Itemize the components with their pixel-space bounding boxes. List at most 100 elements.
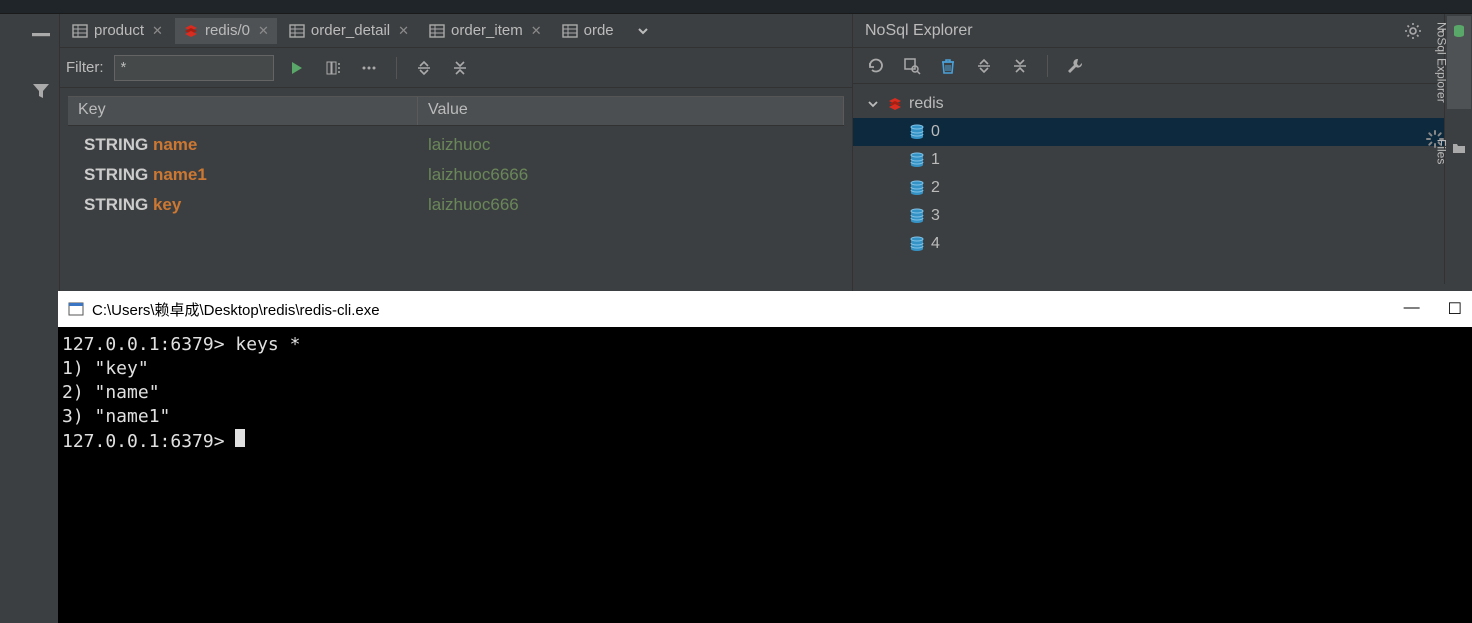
tab-label: product	[94, 22, 144, 39]
minimize-button[interactable]: —	[1404, 299, 1420, 319]
tree-db-label: 4	[931, 235, 940, 253]
tab-order-detail[interactable]: order_detail ✕	[281, 18, 417, 44]
separator	[1047, 55, 1048, 77]
grid-header: Key Value	[68, 96, 844, 126]
refresh-icon[interactable]	[863, 53, 889, 79]
folder-icon	[1449, 139, 1469, 157]
right-tool-strip: NoSql Explorer Files	[1444, 14, 1472, 284]
terminal-titlebar[interactable]: C:\Users\赖卓成\Desktop\redis\redis-cli.exe…	[58, 291, 1472, 327]
database-icon	[909, 208, 925, 224]
terminal-line: 3) "name1"	[62, 406, 170, 427]
table-icon	[562, 23, 578, 39]
tree-db-label: 1	[931, 151, 940, 169]
key-type: STRING	[84, 195, 148, 214]
terminal-line: 127.0.0.1:6379>	[62, 431, 235, 452]
expand-all-icon[interactable]	[971, 53, 997, 79]
key-name: name	[153, 135, 197, 154]
editor-tabs: product ✕ redis/0 ✕ order_detail ✕	[60, 14, 852, 48]
tab-order-item[interactable]: order_item ✕	[421, 18, 550, 44]
tree-db-0[interactable]: 0	[853, 118, 1472, 146]
run-button[interactable]	[284, 55, 310, 81]
tree-db-1[interactable]: 1	[853, 146, 1472, 174]
table-row[interactable]: STRING key laizhuoc666	[68, 190, 844, 220]
table-icon	[429, 23, 445, 39]
columns-icon[interactable]	[320, 55, 346, 81]
tree-root-label: redis	[909, 95, 944, 113]
tree-db-4[interactable]: 4	[853, 230, 1472, 258]
separator	[396, 57, 397, 79]
chevron-down-icon	[867, 98, 881, 110]
terminal-title: C:\Users\赖卓成\Desktop\redis\redis-cli.exe	[92, 299, 380, 320]
tree-db-label: 2	[931, 179, 940, 197]
filter-label: Filter:	[66, 59, 104, 76]
key-type: STRING	[84, 165, 148, 184]
terminal-line: 1) "key"	[62, 358, 149, 379]
header-key[interactable]: Key	[68, 97, 418, 125]
left-gutter	[0, 14, 60, 291]
tab-redis-0[interactable]: redis/0 ✕	[175, 18, 277, 44]
key-type: STRING	[84, 135, 148, 154]
terminal-window: C:\Users\赖卓成\Desktop\redis\redis-cli.exe…	[58, 291, 1472, 623]
explorer-title: NoSql Explorer	[865, 22, 973, 40]
header-value[interactable]: Value	[418, 97, 844, 125]
terminal-cursor	[235, 429, 245, 447]
tab-label: order_detail	[311, 22, 390, 39]
tree-db-label: 3	[931, 207, 940, 225]
table-icon	[72, 23, 88, 39]
database-icon	[909, 152, 925, 168]
delete-icon[interactable]	[935, 53, 961, 79]
key-value: laizhuoc6666	[418, 165, 844, 185]
close-icon[interactable]: ✕	[396, 23, 409, 39]
connection-tree: redis 0 1 2	[853, 84, 1472, 291]
database-icon	[909, 236, 925, 252]
tree-db-3[interactable]: 3	[853, 202, 1472, 230]
wrench-icon[interactable]	[1062, 53, 1088, 79]
filter-funnel-icon[interactable]	[29, 80, 53, 102]
collapse-all-icon[interactable]	[447, 55, 473, 81]
terminal-line: 127.0.0.1:6379> keys *	[62, 334, 300, 355]
close-icon[interactable]: ✕	[529, 23, 542, 39]
close-icon[interactable]: ✕	[150, 23, 163, 39]
tab-orde-truncated[interactable]: orde	[554, 18, 622, 44]
terminal-body[interactable]: 127.0.0.1:6379> keys * 1) "key" 2) "name…	[58, 327, 1472, 623]
explorer-header: NoSql Explorer	[853, 14, 1472, 48]
tab-label: orde	[584, 22, 614, 39]
maximize-button[interactable]: ☐	[1448, 299, 1462, 319]
filter-input[interactable]	[114, 55, 274, 81]
database-icon	[909, 124, 925, 140]
top-strip	[0, 0, 1472, 14]
tree-db-label: 0	[931, 123, 940, 141]
tree-db-2[interactable]: 2	[853, 174, 1472, 202]
filter-toolbar: Filter:	[60, 48, 852, 88]
explorer-toolbar	[853, 48, 1472, 84]
key-name: name1	[153, 165, 207, 184]
tabs-overflow-chevron[interactable]	[626, 24, 660, 38]
table-icon	[289, 23, 305, 39]
nosql-explorer-panel: NoSql Explorer	[852, 14, 1472, 291]
table-row[interactable]: STRING name laizhuoc	[68, 130, 844, 160]
more-icon[interactable]	[356, 55, 382, 81]
inspect-icon[interactable]	[899, 53, 925, 79]
tab-label: order_item	[451, 22, 523, 39]
collapse-all-icon[interactable]	[1007, 53, 1033, 79]
key-value: laizhuoc666	[418, 195, 844, 215]
toolwindow-nosql-explorer[interactable]: NoSql Explorer	[1447, 16, 1471, 109]
editor-panel: product ✕ redis/0 ✕ order_detail ✕	[60, 14, 852, 291]
database-icon	[1449, 22, 1469, 40]
redis-icon	[887, 96, 903, 112]
database-icon	[909, 180, 925, 196]
close-icon[interactable]: ✕	[256, 23, 269, 39]
gear-icon[interactable]	[1400, 18, 1426, 44]
expand-icon[interactable]	[411, 55, 437, 81]
tab-label: redis/0	[205, 22, 250, 39]
toolwindow-label: Files	[1435, 139, 1449, 164]
table-row[interactable]: STRING name1 laizhuoc6666	[68, 160, 844, 190]
tree-root-redis[interactable]: redis	[853, 90, 1472, 118]
tab-product[interactable]: product ✕	[64, 18, 171, 44]
key-value-grid: Key Value STRING name laizhuoc STRING na…	[60, 88, 852, 291]
toolwindow-label: NoSql Explorer	[1435, 22, 1449, 103]
collapse-icon[interactable]	[29, 24, 53, 46]
terminal-line: 2) "name"	[62, 382, 160, 403]
terminal-app-icon	[68, 301, 84, 317]
toolwindow-files[interactable]: Files	[1447, 133, 1471, 170]
